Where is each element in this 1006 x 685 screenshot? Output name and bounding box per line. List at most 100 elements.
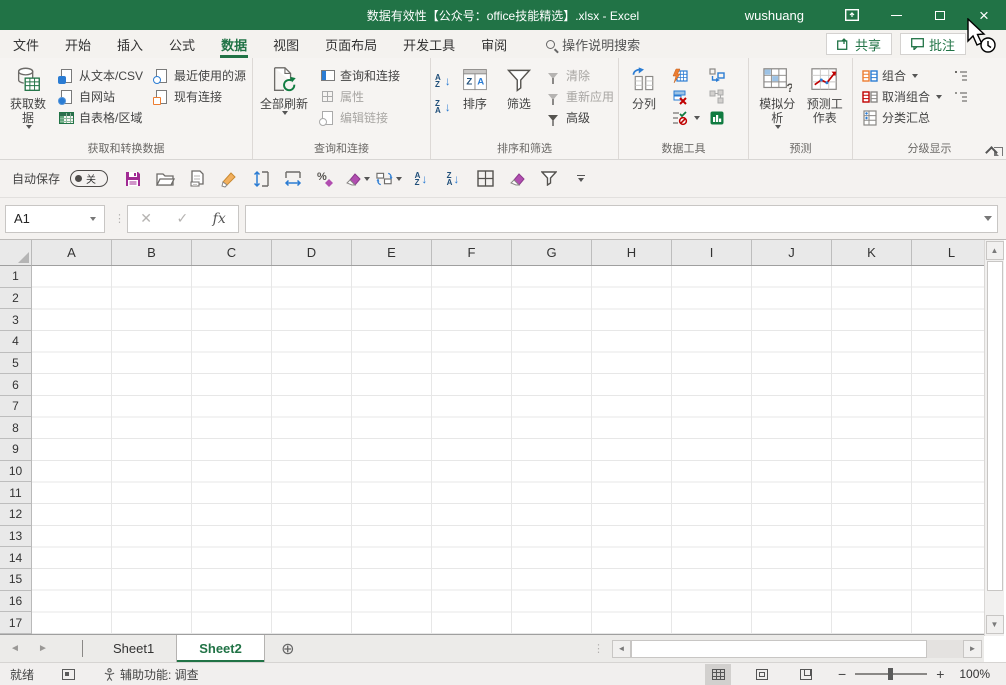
expand-formula-bar-icon[interactable] bbox=[984, 216, 992, 221]
qat-sort-ascending-button[interactable]: AZ↓ bbox=[408, 166, 434, 192]
existing-connections-button[interactable]: 现有连接 bbox=[153, 86, 246, 107]
print-preview-button[interactable] bbox=[184, 166, 210, 192]
remove-duplicates-button[interactable] bbox=[671, 86, 700, 107]
sort-descending-button[interactable]: ZA↓ bbox=[435, 94, 451, 120]
scroll-right-icon[interactable]: ► bbox=[963, 640, 982, 658]
tab-developer[interactable]: 开发工具 bbox=[390, 30, 468, 58]
autosave-toggle[interactable]: 关 bbox=[70, 170, 108, 187]
borders-button[interactable] bbox=[472, 166, 498, 192]
column-header-J[interactable]: J bbox=[752, 240, 832, 265]
column-header-K[interactable]: K bbox=[832, 240, 912, 265]
row-header-5[interactable]: 5 bbox=[0, 353, 31, 375]
cancel-button[interactable]: ✕ bbox=[140, 210, 152, 227]
manage-data-model-button[interactable] bbox=[708, 107, 725, 128]
row-height-button[interactable] bbox=[248, 166, 274, 192]
insert-function-button[interactable]: fx bbox=[213, 211, 226, 227]
column-header-G[interactable]: G bbox=[512, 240, 592, 265]
clear-format-button[interactable] bbox=[504, 166, 530, 192]
row-header-12[interactable]: 12 bbox=[0, 504, 31, 526]
row-header-7[interactable]: 7 bbox=[0, 396, 31, 418]
refresh-swap-button[interactable] bbox=[376, 166, 402, 192]
ungroup-button[interactable]: 取消组合 bbox=[861, 86, 942, 107]
from-table-range-button[interactable]: 自表格/区域 bbox=[58, 107, 143, 128]
tab-page-layout[interactable]: 页面布局 bbox=[312, 30, 390, 58]
percent-style-button[interactable]: % bbox=[312, 166, 338, 192]
tab-scroll-splitter[interactable]: ⋮ bbox=[585, 635, 612, 662]
filter-button[interactable]: 筛选 bbox=[499, 62, 539, 112]
zoom-level[interactable]: 100% bbox=[959, 667, 990, 681]
zoom-slider-thumb[interactable] bbox=[888, 668, 893, 680]
text-to-columns-button[interactable]: 分列 bbox=[623, 62, 665, 112]
row-header-9[interactable]: 9 bbox=[0, 439, 31, 461]
open-button[interactable] bbox=[152, 166, 178, 192]
new-sheet-button[interactable]: ⊕ bbox=[265, 635, 311, 662]
column-header-H[interactable]: H bbox=[592, 240, 672, 265]
page-break-view-button[interactable] bbox=[793, 664, 819, 685]
what-if-analysis-button[interactable]: ? 模拟分析 bbox=[753, 62, 801, 130]
column-header-L[interactable]: L bbox=[912, 240, 984, 265]
zoom-in-button[interactable]: + bbox=[936, 666, 944, 682]
refresh-all-button[interactable]: 全部刷新 bbox=[257, 62, 311, 116]
tab-insert[interactable]: 插入 bbox=[104, 30, 156, 58]
group-button[interactable]: 组合 bbox=[861, 65, 942, 86]
sheet-tab-sheet1[interactable]: Sheet1 bbox=[91, 635, 176, 662]
row-header-14[interactable]: 14 bbox=[0, 547, 31, 569]
sheet-nav-left-icon[interactable]: ◄ bbox=[0, 635, 30, 662]
column-header-I[interactable]: I bbox=[672, 240, 752, 265]
formula-input[interactable] bbox=[245, 205, 998, 233]
tab-file[interactable]: 文件 bbox=[0, 30, 52, 58]
forecast-sheet-button[interactable]: 预测工作表 bbox=[801, 62, 848, 126]
select-all-corner[interactable] bbox=[0, 240, 32, 266]
scroll-left-icon[interactable]: ◄ bbox=[612, 640, 631, 658]
row-header-2[interactable]: 2 bbox=[0, 288, 31, 310]
page-layout-view-button[interactable] bbox=[749, 664, 775, 685]
tab-review[interactable]: 审阅 bbox=[468, 30, 520, 58]
row-header-13[interactable]: 13 bbox=[0, 526, 31, 548]
row-header-17[interactable]: 17 bbox=[0, 612, 31, 634]
comments-button[interactable]: 批注 bbox=[900, 33, 966, 55]
tab-formulas[interactable]: 公式 bbox=[156, 30, 208, 58]
hide-detail-button[interactable] bbox=[952, 86, 969, 107]
tab-view[interactable]: 视图 bbox=[260, 30, 312, 58]
normal-view-button[interactable] bbox=[705, 664, 731, 685]
column-header-F[interactable]: F bbox=[432, 240, 512, 265]
zoom-out-button[interactable]: − bbox=[838, 666, 846, 682]
row-header-6[interactable]: 6 bbox=[0, 374, 31, 396]
column-header-B[interactable]: B bbox=[112, 240, 192, 265]
minimize-button[interactable] bbox=[874, 0, 918, 30]
horizontal-scroll-thumb[interactable] bbox=[631, 640, 927, 658]
macro-record-icon[interactable] bbox=[62, 669, 75, 680]
tab-home[interactable]: 开始 bbox=[52, 30, 104, 58]
tab-data[interactable]: 数据 bbox=[208, 30, 260, 58]
ribbon-display-options-icon[interactable] bbox=[830, 0, 874, 30]
sort-ascending-button[interactable]: AZ↓ bbox=[435, 68, 451, 94]
column-header-A[interactable]: A bbox=[32, 240, 112, 265]
row-header-4[interactable]: 4 bbox=[0, 331, 31, 353]
formula-bar-splitter[interactable]: ⋮ bbox=[114, 217, 118, 221]
recent-sources-button[interactable]: 最近使用的源 bbox=[153, 65, 246, 86]
scroll-down-icon[interactable]: ▼ bbox=[986, 615, 1004, 634]
column-header-C[interactable]: C bbox=[192, 240, 272, 265]
row-header-1[interactable]: 1 bbox=[0, 266, 31, 288]
enter-button[interactable]: ✓ bbox=[176, 210, 188, 227]
row-header-16[interactable]: 16 bbox=[0, 591, 31, 613]
row-header-15[interactable]: 15 bbox=[0, 569, 31, 591]
save-button[interactable] bbox=[120, 166, 146, 192]
eraser-dropdown-button[interactable] bbox=[344, 166, 370, 192]
zoom-slider[interactable] bbox=[855, 673, 927, 675]
column-header-D[interactable]: D bbox=[272, 240, 352, 265]
from-text-csv-button[interactable]: 从文本/CSV bbox=[58, 65, 143, 86]
vertical-scroll-thumb[interactable] bbox=[987, 261, 1003, 591]
horizontal-scrollbar[interactable]: ◄ ► bbox=[612, 635, 984, 662]
queries-connections-button[interactable]: 查询和连接 bbox=[319, 65, 400, 86]
row-header-8[interactable]: 8 bbox=[0, 417, 31, 439]
sort-button[interactable]: ZA 排序 bbox=[455, 62, 495, 112]
flash-fill-button[interactable] bbox=[671, 65, 700, 86]
advanced-filter-button[interactable]: 高级 bbox=[545, 107, 614, 128]
sheet-nav-right-icon[interactable]: ► bbox=[30, 635, 56, 662]
vertical-scrollbar[interactable]: ▲ ▼ bbox=[984, 240, 1004, 636]
qat-sort-descending-button[interactable]: ZA↓ bbox=[440, 166, 466, 192]
collapse-ribbon-icon[interactable] bbox=[986, 147, 998, 155]
from-web-button[interactable]: 自网站 bbox=[58, 86, 143, 107]
accessibility-status[interactable]: 辅助功能: 调查 bbox=[103, 666, 199, 683]
